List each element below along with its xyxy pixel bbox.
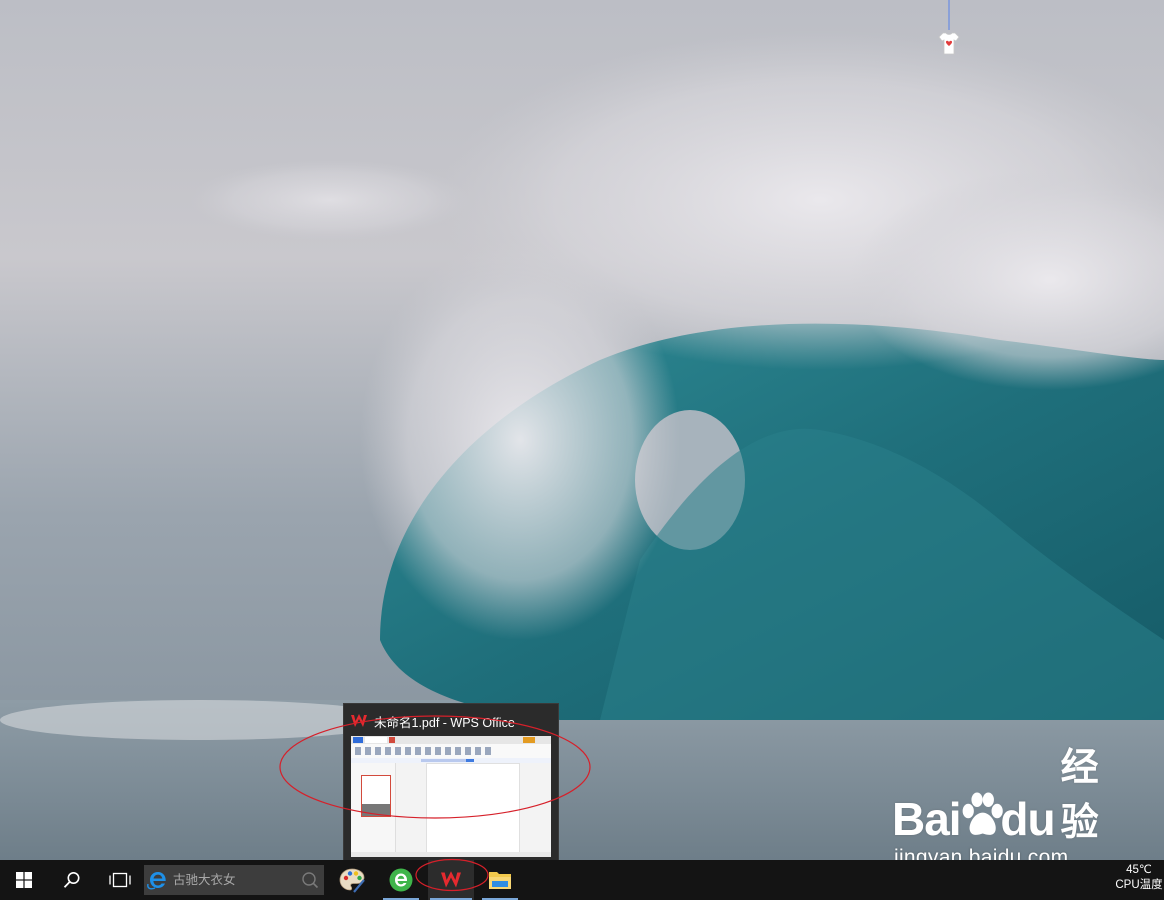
baidu-logo: Bai du 经验 — [892, 747, 1099, 845]
cpu-temperature-label: CPU温度 — [1115, 879, 1163, 891]
browser-e-icon — [389, 868, 413, 892]
windows-start-icon — [16, 872, 32, 888]
annotation-ellipse — [279, 715, 591, 819]
taskbar: 45℃ CPU温度 — [0, 860, 1164, 900]
baidu-jingyan-watermark: Bai du 经验 jingyan.baidu.com — [880, 747, 1120, 860]
search-icon — [63, 872, 80, 888]
browser-e-icon — [147, 872, 166, 890]
search-icon — [302, 872, 319, 889]
search-button[interactable] — [48, 860, 96, 900]
tshirt-icon — [938, 32, 960, 55]
taskbar-search-input[interactable] — [173, 873, 299, 887]
baidu-paw-icon — [962, 792, 1003, 835]
task-view-button[interactable] — [96, 860, 144, 900]
cpu-temperature-value: 45℃ — [1126, 864, 1152, 876]
cpu-temperature-indicator[interactable]: 45℃ CPU温度 — [1114, 863, 1164, 899]
task-view-icon — [109, 872, 131, 888]
annotation-ellipse — [415, 858, 489, 892]
thumb-statusbar — [351, 852, 551, 857]
desktop-gadget[interactable] — [936, 0, 962, 58]
watermark-url: jingyan.baidu.com — [894, 846, 1069, 860]
gadget-string — [948, 0, 950, 30]
start-button[interactable] — [0, 860, 48, 900]
taskbar-search-box[interactable] — [144, 865, 324, 895]
desktop[interactable]: 未命名1.pdf - WPS Office Bai du 经验 jingyan.… — [0, 0, 1164, 860]
paint-palette-icon — [339, 868, 365, 893]
folder-icon — [489, 872, 511, 889]
taskbar-app-paint[interactable] — [332, 860, 372, 900]
